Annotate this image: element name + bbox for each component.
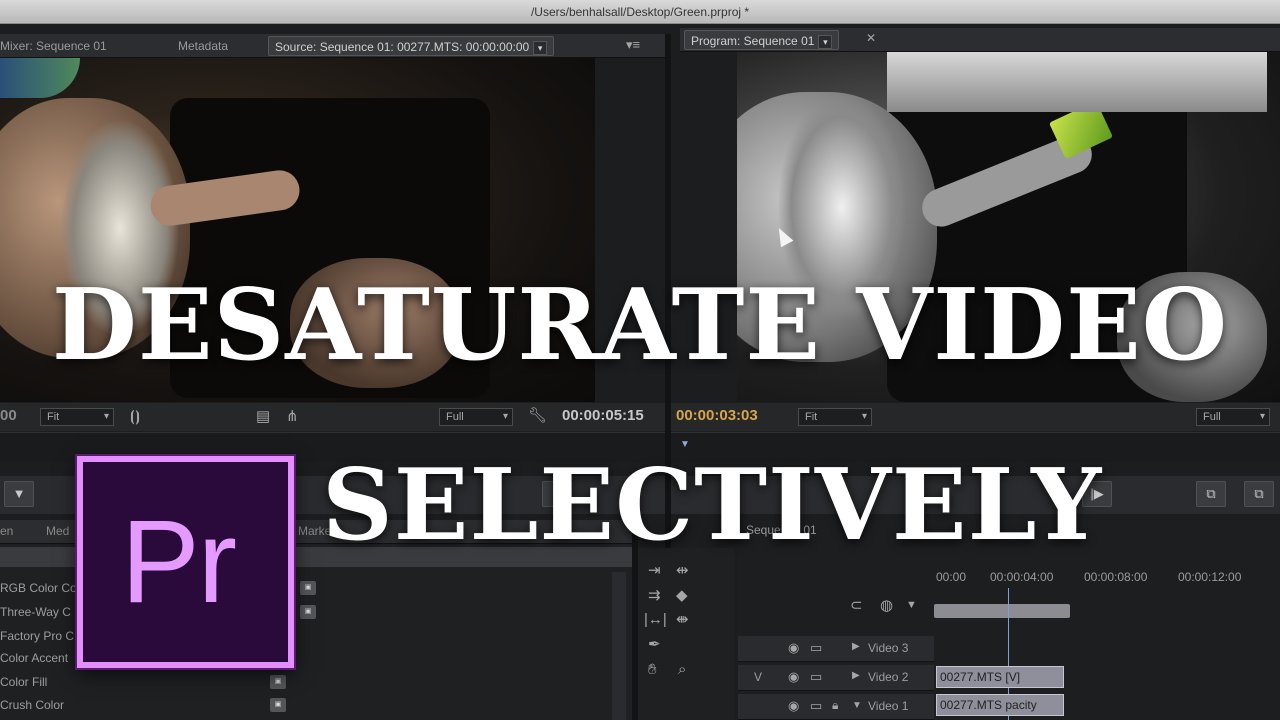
film-icon[interactable]: ▭ [810,670,822,683]
program-tabbar: Program: Sequence 01 ▾ ✕ [680,28,1280,52]
razor-icon[interactable]: ◆ [676,588,688,603]
hat-shape [0,58,80,98]
pen-icon[interactable]: ✒ [648,637,661,652]
film-icon[interactable]: ▭ [810,641,822,654]
effects-scrollbar[interactable] [612,572,626,720]
window-titlebar: /Users/benhalsall/Desktop/Green.prproj * [0,0,1280,24]
program-resolution-select[interactable]: Full [1196,408,1270,426]
ruler-tick-label: 00:00:08:00 [1084,570,1148,584]
work-area-bar[interactable] [934,604,1070,618]
timeline-clip[interactable]: 00277.MTS [V] [936,666,1064,688]
list-item-label: Factory Pro C [0,629,75,643]
tab-metadata[interactable]: Metadata [172,36,234,56]
ripple-edit-icon[interactable]: ⇹ [676,563,689,578]
eye-icon[interactable]: ◉ [788,670,799,683]
source-zoom-select[interactable]: Fit [40,408,114,426]
source-playhead-timecode[interactable]: 00 [0,407,17,424]
headline-line-2: SELECTIVELY [322,448,1103,563]
eye-icon[interactable]: ◉ [788,641,799,654]
zoom-icon[interactable]: ⌕ [678,662,686,677]
ruler-tick-label: 00:00 [936,570,967,584]
program-zoom-select[interactable]: Fit [798,408,872,426]
hand-icon[interactable]: ✋︎ [648,662,657,677]
chevron-right-icon[interactable]: ▶ [852,671,860,681]
accelerated-effect-icon: ▣ [300,605,316,619]
wrench-icon[interactable]: 🔧︎ [528,408,547,423]
window-title: /Users/benhalsall/Desktop/Green.prproj * [530,5,750,19]
snap-icon[interactable]: ⊂ [850,598,863,613]
timeline-ruler[interactable]: 00:00 00:00:04:00 00:00:08:00 00:00:12:0… [934,568,1280,588]
source-resolution-select[interactable]: Full [439,408,513,426]
tab-program[interactable]: Program: Sequence 01 ▾ [684,30,840,50]
close-icon[interactable]: ✕ [866,32,876,44]
chevron-down-icon[interactable]: ▼ [852,701,862,711]
add-marker-icon[interactable]: ▼ [906,600,917,611]
tab-effects[interactable]: en [0,524,13,538]
tab-metadata-label: Metadata [178,39,229,53]
tab-audio-mixer[interactable]: Mixer: Sequence 01 [0,36,113,56]
tab-media-browser[interactable]: Med [46,524,69,538]
linked-selection-icon[interactable]: ◍ [880,598,893,613]
track-name: Video 3 [868,641,909,655]
list-item-label: Color Fill [0,675,48,689]
list-item-label: Color Accent [0,651,69,665]
list-item-label: Three-Way C [0,605,71,619]
timeline-clip[interactable]: 00277.MTS pacity [936,694,1064,716]
tab-program-label: Program: Sequence 01 [691,34,815,48]
accelerated-effect-icon: ▣ [270,698,286,712]
panel-menu-icon[interactable]: ▾≡ [626,38,640,51]
film-icon[interactable]: ▤ [256,409,270,424]
premiere-pro-logo: Pr [77,456,294,668]
list-item[interactable]: Crush Color ▣ [0,694,612,716]
chevron-right-icon[interactable]: ▶ [852,642,860,652]
add-marker-button[interactable]: ▼ [4,481,34,507]
accelerated-effect-icon: ▣ [300,581,316,595]
lock-icon[interactable]: 🔒︎ [832,699,838,711]
ruler-tick-label: 00:00:12:00 [1178,570,1242,584]
list-item[interactable]: Color Fill ▣ [0,671,612,693]
curtain-shape [887,52,1267,112]
chevron-down-icon[interactable]: ▾ [818,34,833,49]
program-controlbar [671,403,1280,431]
logo-text: Pr [121,496,237,628]
safe-margins-icon[interactable]: ⦗⦘ [130,409,140,424]
eye-icon[interactable]: ◉ [788,699,799,712]
tab-audio-mixer-label: Mixer: Sequence 01 [0,39,107,53]
list-item-label: RGB Color Co [0,581,77,595]
rolling-edit-icon[interactable]: ⇉ [648,588,661,603]
source-patch-label[interactable]: V [754,671,762,683]
waveform-icon[interactable]: ⋔ [286,409,299,424]
film-icon[interactable]: ▭ [810,699,822,712]
track-name: Video 2 [868,670,909,684]
track-select-icon[interactable]: ⇥ [648,563,661,578]
list-item-label: Crush Color [0,698,65,712]
extract-button[interactable]: ⧉ [1244,481,1274,507]
track-name: Video 1 [868,699,909,713]
tab-source[interactable]: Source: Sequence 01: 00277.MTS: 00:00:00… [268,36,555,56]
slide-icon[interactable]: ⇼ [676,612,689,627]
tab-source-label: Source: Sequence 01: 00277.MTS: 00:00:00… [275,40,530,54]
accelerated-effect-icon: ▣ [270,675,286,689]
source-tabbar: Mixer: Sequence 01 Metadata Source: Sequ… [0,34,665,58]
slip-icon[interactable]: |↔| [644,612,667,627]
source-duration-timecode: 00:00:05:15 [562,407,644,424]
ruler-tick-label: 00:00:04:00 [990,570,1054,584]
program-playhead-timecode[interactable]: 00:00:03:03 [676,407,758,424]
headline-line-1: DESATURATE VIDEO [51,268,1229,383]
chevron-down-icon[interactable]: ▾ [533,40,548,55]
